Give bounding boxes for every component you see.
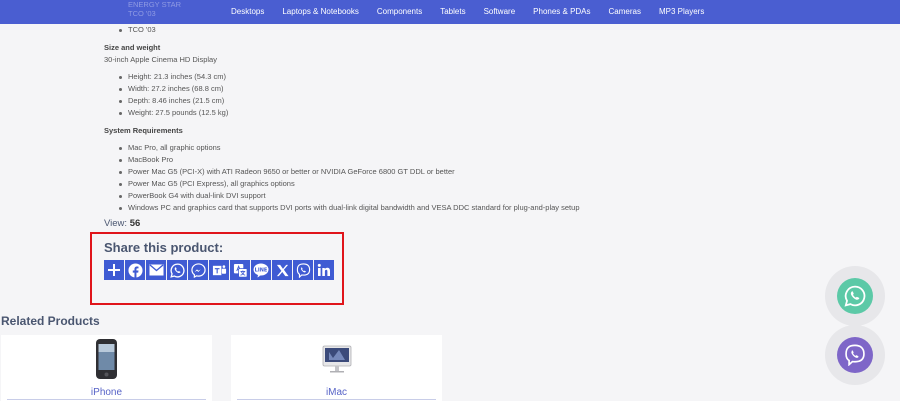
requirements-heading: System Requirements [104, 126, 183, 135]
nav-menu: Desktops Laptops & Notebooks Components … [222, 0, 713, 24]
iphone-thumbnail[interactable] [1, 338, 212, 380]
list-item: Height: 21.3 inches (54.3 cm) [118, 71, 228, 83]
add-icon [108, 264, 120, 276]
faded-item: TCO '03 [128, 9, 156, 18]
whatsapp-share-button[interactable] [167, 260, 187, 280]
list-item: Mac Pro, all graphic options [119, 142, 580, 154]
faded-item: ENERGY STAR [128, 0, 182, 9]
linkedin-share-button[interactable] [314, 260, 334, 280]
size-subheading: 30-inch Apple Cinema HD Display [104, 55, 217, 64]
list-item: Windows PC and graphics card that suppor… [119, 203, 580, 212]
whatsapp-floating-button[interactable] [825, 266, 885, 326]
tco-list: TCO '03 [119, 24, 156, 36]
list-item: PowerBook G4 with dual-link DVI support [119, 190, 580, 202]
translate-share-button[interactable] [230, 260, 250, 280]
view-label: View: [104, 218, 128, 229]
list-item: Width: 27.2 inches (68.8 cm) [118, 83, 228, 95]
card-divider [237, 399, 436, 400]
facebook-icon [127, 262, 143, 278]
svg-text:LINE: LINE [255, 267, 268, 273]
product-name[interactable]: iMac [231, 387, 442, 398]
list-item: MacBook Pro [119, 154, 580, 166]
nav-item-components[interactable]: Components [368, 0, 431, 24]
viber-share-button[interactable] [293, 260, 313, 280]
line-icon: LINE [253, 263, 269, 277]
related-product-card[interactable]: iPhone [1, 335, 212, 401]
viber-bubble [837, 337, 873, 373]
nav-item-tablets[interactable]: Tablets [431, 0, 474, 24]
list-item: Power Mac G5 (PCI-X) with ATI Radeon 965… [119, 166, 580, 178]
product-name[interactable]: iPhone [1, 387, 212, 398]
nav-item-mp3[interactable]: MP3 Players [650, 0, 713, 24]
related-product-card[interactable]: iMac [231, 335, 442, 401]
card-divider [7, 399, 206, 400]
list-item: Power Mac G5 (PCI Express), all graphics… [119, 178, 580, 190]
teams-share-button[interactable] [209, 260, 229, 280]
share-title: Share this product: [104, 240, 224, 255]
size-heading: Size and weight [104, 43, 161, 52]
teams-icon [212, 264, 226, 275]
linkedin-icon [317, 263, 330, 276]
list-item: Weight: 27.5 pounds (12.5 kg) [118, 108, 229, 117]
imac-thumbnail[interactable] [231, 338, 442, 380]
viber-icon [845, 344, 865, 366]
top-navigation: ENERGY STAR TCO '03 Desktops Laptops & N… [0, 0, 900, 24]
x-icon [276, 264, 289, 276]
viber-icon [296, 262, 310, 278]
line-share-button[interactable]: LINE [251, 260, 271, 280]
list-item: TCO '03 [119, 25, 156, 34]
size-list: Height: 21.3 inches (54.3 cm) Width: 27.… [118, 71, 229, 119]
nav-item-cameras[interactable]: Cameras [600, 0, 650, 24]
nav-overlap-text: ENERGY STAR TCO '03 [128, 0, 181, 18]
whatsapp-icon [844, 285, 866, 307]
view-number: 56 [129, 218, 141, 229]
nav-item-laptops[interactable]: Laptops & Notebooks [273, 0, 368, 24]
related-products-title: Related Products [1, 314, 100, 328]
whatsapp-bubble [837, 278, 873, 314]
viber-floating-button[interactable] [825, 325, 885, 385]
messenger-icon [190, 262, 206, 278]
x-share-button[interactable] [272, 260, 292, 280]
nav-item-phones[interactable]: Phones & PDAs [524, 0, 599, 24]
whatsapp-icon [169, 262, 185, 278]
requirements-list: Mac Pro, all graphic options MacBook Pro… [119, 142, 580, 214]
translate-icon [233, 263, 247, 277]
nav-item-software[interactable]: Software [475, 0, 525, 24]
nav-item-desktops[interactable]: Desktops [222, 0, 273, 24]
email-icon [149, 264, 163, 276]
messenger-share-button[interactable] [188, 260, 208, 280]
view-count: View: 56 [104, 218, 140, 229]
email-share-button[interactable] [146, 260, 166, 280]
share-buttons: LINE [104, 260, 334, 280]
add-button[interactable] [104, 260, 124, 280]
facebook-share-button[interactable] [125, 260, 145, 280]
list-item: Depth: 8.46 inches (21.5 cm) [118, 95, 228, 107]
